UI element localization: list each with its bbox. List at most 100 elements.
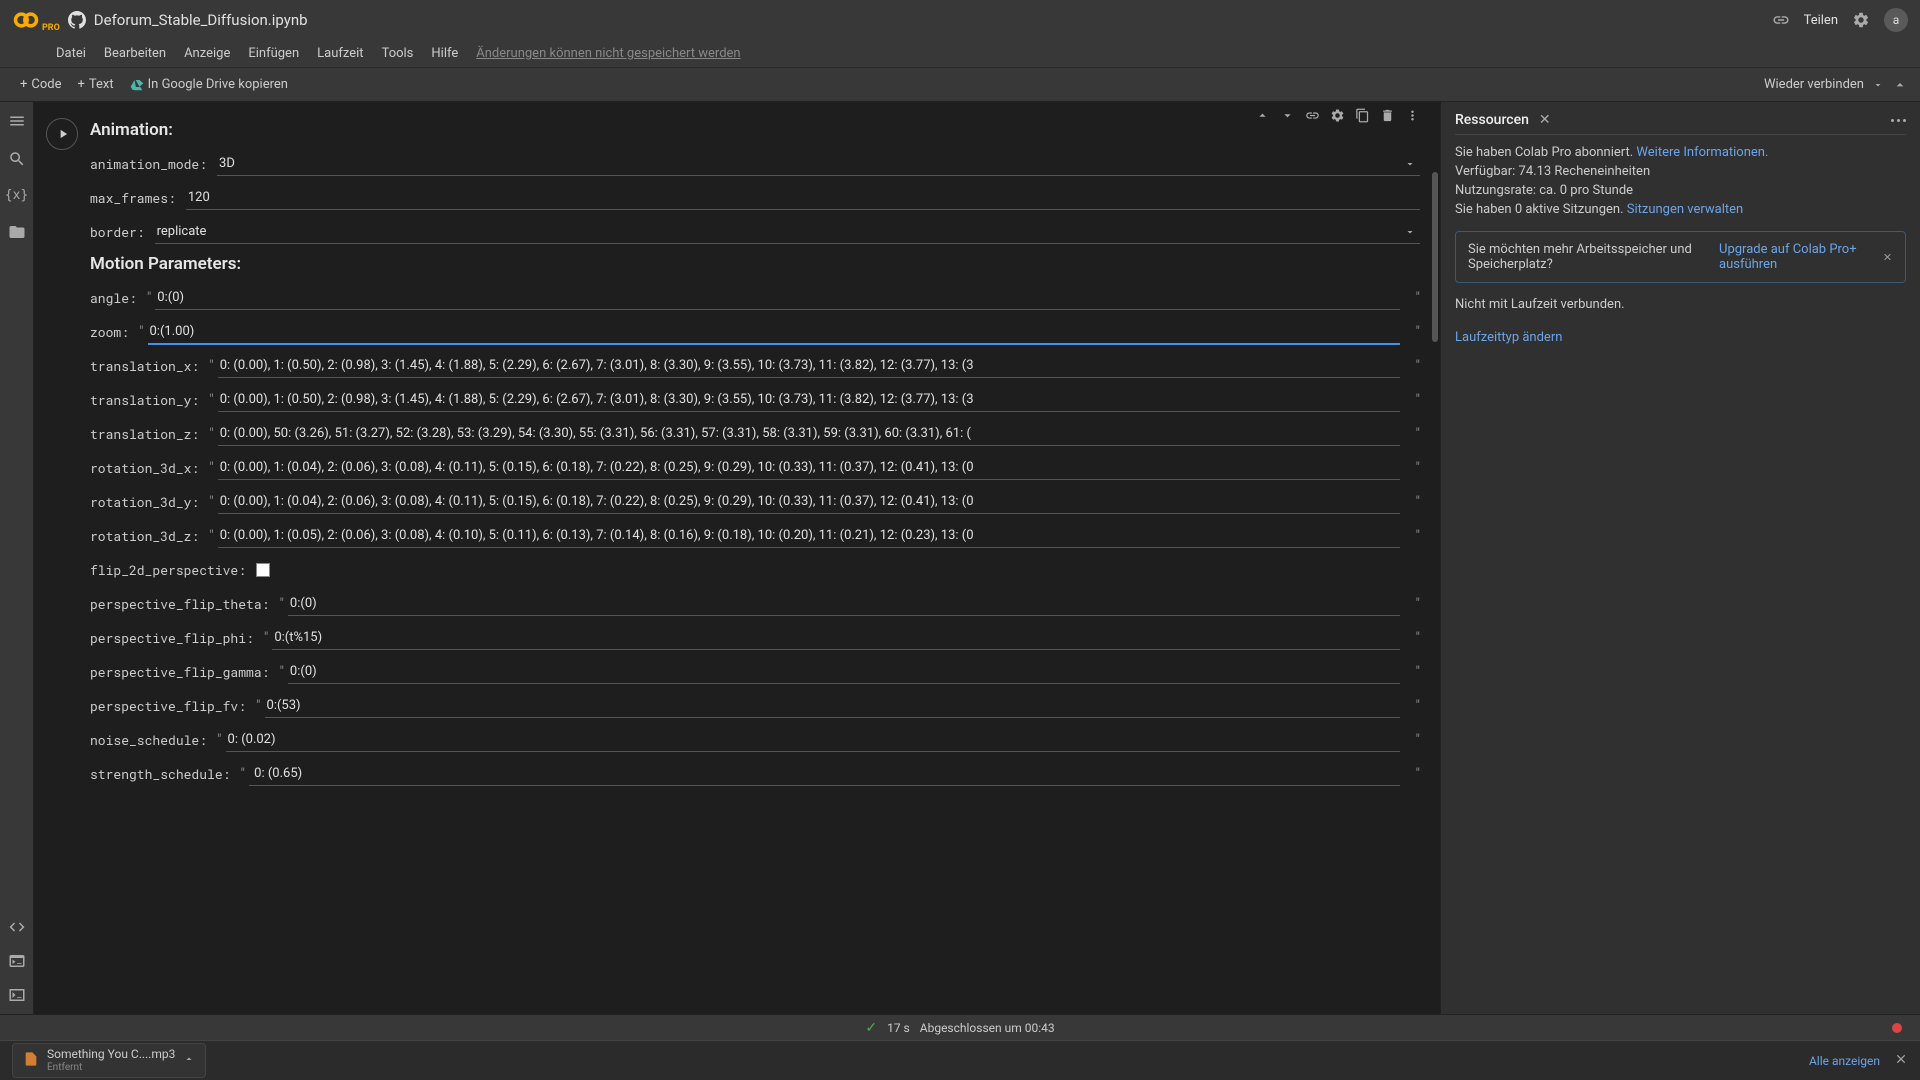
chevron-up-icon[interactable] [183, 1053, 195, 1068]
label-strength-schedule: strength_schedule: [90, 765, 230, 783]
label-noise-schedule: noise_schedule: [90, 731, 207, 749]
label-border: border: [90, 223, 145, 241]
run-cell-button[interactable] [46, 118, 78, 150]
input-noise-schedule[interactable] [226, 728, 1400, 752]
res-pro-text: Sie haben Colab Pro abonniert. [1455, 145, 1633, 160]
download-item[interactable]: Something You C....mp3 Entfernt [12, 1043, 206, 1077]
download-status: Entfernt [47, 1062, 175, 1073]
cell-toolbar [1255, 108, 1420, 123]
menu-bar: Datei Bearbeiten Anzeige Einfügen Laufze… [0, 40, 1920, 68]
move-down-icon[interactable] [1280, 108, 1295, 123]
input-rotation-3d-y[interactable] [218, 490, 1400, 514]
link-more-info[interactable]: Weitere Informationen. [1636, 145, 1768, 160]
scrollbar[interactable] [1432, 172, 1438, 342]
left-sidebar: {x} [0, 102, 34, 1014]
resources-panel: Ressourcen ✕ Sie haben Colab Pro abonnie… [1440, 102, 1920, 1014]
input-max-frames[interactable] [186, 186, 1420, 210]
input-persp-gamma[interactable] [288, 660, 1400, 684]
input-border[interactable] [155, 220, 1420, 244]
main-area: {x} Animation: [0, 102, 1920, 1014]
file-icon [23, 1051, 39, 1070]
mirror-cell-icon[interactable] [1355, 108, 1370, 123]
upgrade-button[interactable]: Upgrade auf Colab Pro+ ausführen [1719, 242, 1874, 272]
reconnect-button[interactable]: Wieder verbinden [1764, 77, 1864, 92]
download-filename: Something You C....mp3 [47, 1048, 175, 1061]
github-icon [68, 11, 86, 29]
terminal2-icon[interactable] [8, 986, 26, 1004]
input-translation-y[interactable] [218, 388, 1400, 412]
terminal-icon[interactable] [8, 952, 26, 970]
add-code-button[interactable]: + Code [12, 73, 70, 96]
res-usage: Nutzungsrate: ca. 0 pro Stunde [1455, 183, 1906, 198]
colab-logo-icon [12, 6, 40, 34]
input-angle[interactable] [155, 286, 1399, 310]
input-persp-fv[interactable] [265, 694, 1400, 718]
label-animation-mode: animation_mode: [90, 155, 207, 173]
menu-tools[interactable]: Tools [382, 46, 414, 61]
toc-icon[interactable] [8, 112, 26, 130]
add-text-button[interactable]: + Text [70, 73, 122, 96]
copy-to-drive-button[interactable]: In Google Drive kopieren [122, 73, 296, 96]
chevron-down-icon[interactable] [1872, 79, 1884, 91]
input-translation-z[interactable] [218, 422, 1400, 446]
move-up-icon[interactable] [1255, 108, 1270, 123]
avatar[interactable]: a [1884, 8, 1908, 32]
input-translation-x[interactable] [218, 354, 1400, 378]
label-persp-gamma: perspective_flip_gamma: [90, 663, 269, 681]
input-persp-theta[interactable] [288, 592, 1400, 616]
settings-cell-icon[interactable] [1330, 108, 1345, 123]
menu-einfugen[interactable]: Einfügen [248, 46, 299, 61]
more-cell-icon[interactable] [1405, 108, 1420, 123]
link-manage-sessions[interactable]: Sitzungen verwalten [1627, 202, 1743, 217]
share-button[interactable]: Teilen [1804, 13, 1838, 28]
variables-icon[interactable]: {x} [5, 188, 28, 203]
code-icon[interactable] [8, 918, 26, 936]
menu-bearbeiten[interactable]: Bearbeiten [104, 46, 166, 61]
show-all-downloads[interactable]: Alle anzeigen [1809, 1054, 1880, 1068]
res-sessions: Sie haben 0 aktive Sitzungen. [1455, 202, 1624, 217]
search-icon[interactable] [8, 150, 26, 168]
unsaved-warning[interactable]: Änderungen können nicht gespeichert werd… [476, 46, 740, 61]
label-angle: angle: [90, 289, 137, 307]
close-icon[interactable] [1894, 1052, 1908, 1069]
status-bar: ✓ 17 s Abgeschlossen um 00:43 [0, 1014, 1920, 1040]
label-translation-y: translation_y: [90, 391, 199, 409]
status-seconds: 17 s [887, 1021, 910, 1035]
label-persp-fv: perspective_flip_fv: [90, 697, 246, 715]
section-animation: Animation: [90, 120, 1420, 140]
checkbox-flip-2d[interactable] [256, 563, 270, 577]
res-available: Verfügbar: 74.13 Recheneinheiten [1455, 164, 1906, 179]
input-animation-mode[interactable] [217, 152, 1420, 176]
link-cell-icon[interactable] [1305, 108, 1320, 123]
upgrade-banner: Sie möchten mehr Arbeitsspeicher und Spe… [1455, 231, 1906, 283]
folder-icon[interactable] [8, 223, 26, 241]
menu-laufzeit[interactable]: Laufzeit [317, 46, 363, 61]
close-icon[interactable] [1882, 250, 1893, 264]
input-rotation-3d-z[interactable] [218, 524, 1400, 548]
label-translation-z: translation_z: [90, 425, 199, 443]
res-not-connected: Nicht mit Laufzeit verbunden. [1455, 297, 1906, 312]
label-persp-theta: perspective_flip_theta: [90, 595, 269, 613]
more-icon[interactable] [1891, 119, 1906, 122]
menu-hilfe[interactable]: Hilfe [431, 46, 458, 61]
resources-title: Ressourcen [1455, 112, 1529, 128]
delete-cell-icon[interactable] [1380, 108, 1395, 123]
menu-datei[interactable]: Datei [56, 46, 86, 61]
logo-sub: PRO [42, 23, 60, 33]
notebook-filename[interactable]: Deforum_Stable_Diffusion.ipynb [94, 11, 308, 29]
label-persp-phi: perspective_flip_phi: [90, 629, 254, 647]
input-rotation-3d-x[interactable] [218, 456, 1400, 480]
link-change-runtime[interactable]: Laufzeittyp ändern [1455, 330, 1906, 345]
close-icon[interactable]: ✕ [1539, 112, 1551, 128]
input-zoom[interactable] [148, 320, 1400, 345]
chevron-up-icon[interactable] [1892, 77, 1908, 93]
toolbar: + Code + Text In Google Drive kopieren W… [0, 68, 1920, 102]
gear-icon[interactable] [1852, 11, 1870, 29]
input-persp-phi[interactable] [272, 626, 1399, 650]
menu-anzeige[interactable]: Anzeige [184, 46, 230, 61]
top-bar: PRO Deforum_Stable_Diffusion.ipynb Teile… [0, 0, 1920, 40]
share-link-icon[interactable] [1772, 11, 1790, 29]
upgrade-question: Sie möchten mehr Arbeitsspeicher und Spe… [1468, 242, 1711, 272]
check-icon: ✓ [865, 1020, 877, 1036]
input-strength-schedule[interactable] [249, 762, 1400, 786]
